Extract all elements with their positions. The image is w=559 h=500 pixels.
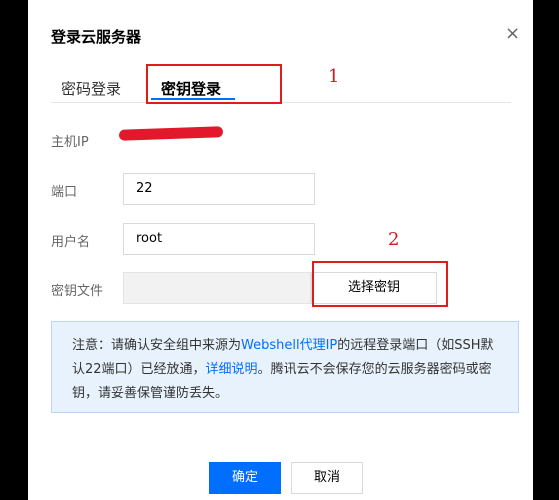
background-right xyxy=(533,0,559,500)
dialog-title: 登录云服务器 xyxy=(51,28,142,46)
tab-password-login[interactable]: 密码登录 xyxy=(61,78,121,99)
notice-prefix: 注意：请确认安全组中来源为 xyxy=(72,338,242,353)
details-link[interactable]: 详细说明 xyxy=(206,362,258,377)
keyfile-label: 密钥文件 xyxy=(51,284,104,299)
host-ip-value xyxy=(118,126,224,142)
background-left xyxy=(0,0,28,500)
keyfile-path-field[interactable] xyxy=(123,272,311,304)
close-icon[interactable]: × xyxy=(505,24,520,44)
annotation-box-1 xyxy=(146,64,282,104)
annotation-number-1: 1 xyxy=(328,66,340,87)
webshell-proxy-ip-link[interactable]: Webshell代理IP xyxy=(241,338,337,353)
username-input[interactable]: root xyxy=(123,223,315,255)
annotation-box-2 xyxy=(312,261,448,307)
cancel-button[interactable]: 取消 xyxy=(291,462,363,494)
login-dialog: 登录云服务器 × 密码登录 密钥登录 1 主机IP 端口 22 用户名 root… xyxy=(28,0,533,500)
confirm-button[interactable]: 确定 xyxy=(209,462,281,494)
port-label: 端口 xyxy=(51,185,78,200)
host-ip-label: 主机IP xyxy=(51,135,89,150)
annotation-number-2: 2 xyxy=(388,229,400,250)
username-label: 用户名 xyxy=(51,235,91,250)
notice-box: 注意：请确认安全组中来源为Webshell代理IP的远程登录端口（如SSH默认2… xyxy=(51,321,519,413)
port-input[interactable]: 22 xyxy=(123,173,315,205)
redaction-mark xyxy=(118,126,224,141)
